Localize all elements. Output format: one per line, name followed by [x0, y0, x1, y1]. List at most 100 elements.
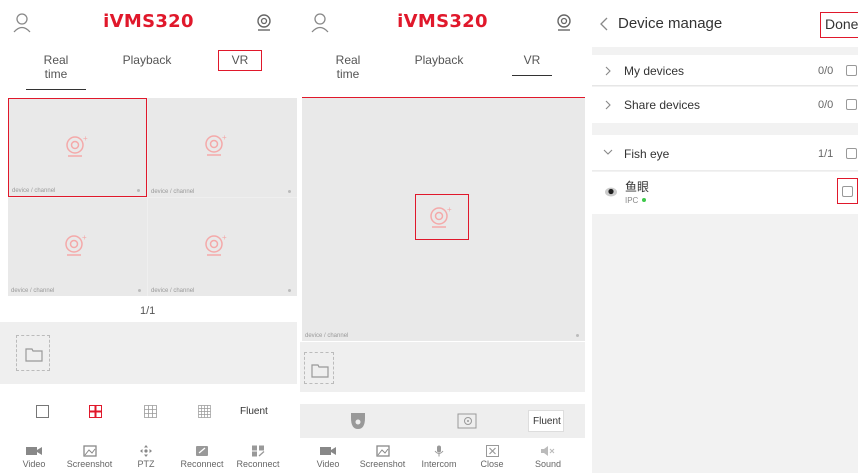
close-button[interactable]: Close — [472, 445, 512, 469]
top-bar: iVMS320 — [300, 0, 585, 46]
folder-icon — [25, 348, 43, 362]
group-checkbox[interactable] — [846, 148, 857, 159]
video-button[interactable]: Video — [14, 445, 54, 469]
back-icon[interactable] — [600, 17, 608, 31]
top-bar: iVMS320 — [0, 0, 297, 46]
video-cell-1[interactable]: + device / channel — [8, 98, 147, 197]
video-cell-3[interactable]: + device / channel — [8, 198, 147, 296]
status-dot — [576, 334, 579, 337]
ptz-icon — [140, 445, 152, 457]
video-grid: + device / channel + device / channel + … — [8, 98, 297, 296]
group-row-share-devices[interactable]: Share devices 0/0 — [592, 87, 858, 123]
camera-icon: + — [65, 233, 87, 256]
status-dot — [137, 189, 140, 192]
fisheye-ceiling-icon[interactable] — [350, 412, 366, 430]
layout-16-icon[interactable] — [198, 405, 211, 418]
cell-label: device / channel — [151, 288, 195, 294]
fluent-toggle[interactable]: Fluent — [240, 406, 268, 417]
tab-playback[interactable]: Playback — [122, 53, 172, 67]
svg-text:+: + — [447, 205, 452, 214]
vr-tab-highlight — [218, 50, 262, 71]
live-view-panel-single: iVMS320 Real time Playback VR + device /… — [300, 0, 585, 473]
close-icon — [485, 445, 499, 457]
device-checkbox[interactable] — [842, 186, 853, 197]
page-indicator: 1/1 — [140, 305, 156, 317]
app-title: iVMS320 — [103, 11, 194, 32]
svg-text:+: + — [222, 133, 227, 142]
video-button[interactable]: Video — [308, 445, 348, 469]
message-icon[interactable] — [254, 12, 274, 34]
screenshot-button[interactable]: Screenshot — [62, 445, 117, 469]
fisheye-camera-icon — [605, 187, 617, 197]
intercom-button[interactable]: Intercom — [416, 445, 462, 469]
layout-9-icon[interactable] — [144, 405, 157, 418]
message-icon[interactable] — [554, 12, 574, 34]
add-window-button[interactable] — [16, 335, 50, 371]
device-manage-title: Device manage — [618, 15, 723, 32]
group-checkbox[interactable] — [846, 99, 857, 110]
tab-bar: Real time Playback VR — [300, 46, 585, 81]
camera-icon[interactable]: + — [428, 205, 456, 229]
fluent-label: Fluent — [533, 416, 561, 427]
fisheye-wall-icon[interactable] — [457, 413, 477, 429]
layout-4-icon[interactable] — [89, 405, 102, 418]
svg-text:+: + — [83, 134, 88, 143]
panel-divider — [585, 0, 592, 473]
screenshot-icon — [82, 445, 97, 457]
status-dot — [288, 289, 291, 292]
cell-label: device / channel — [151, 189, 195, 195]
microphone-icon — [434, 445, 444, 457]
device-row-fisheye[interactable]: 鱼眼 IPC — [592, 172, 858, 214]
add-window-button[interactable] — [304, 352, 334, 384]
layout-bar: Fluent — [0, 395, 297, 429]
done-button[interactable]: Done — [825, 16, 858, 32]
device-type: IPC — [625, 196, 639, 205]
app-title: iVMS320 — [397, 11, 488, 32]
group-label: Share devices — [624, 98, 701, 112]
group-count: 0/0 — [818, 99, 834, 111]
ptz-button[interactable]: PTZ — [126, 445, 166, 469]
layout-1-icon[interactable] — [36, 405, 49, 418]
cell-label: device / channel — [11, 288, 55, 294]
bottom-toolbar: Video Screenshot Intercom Close Sound — [300, 440, 585, 473]
reconnect-icon — [196, 446, 208, 456]
group-checkbox[interactable] — [846, 65, 857, 76]
bottom-toolbar: Video Screenshot PTZ Reconnect Reconnect — [0, 440, 297, 473]
fluent-toggle[interactable]: Fluent — [528, 410, 564, 432]
reconnect-all-button[interactable]: Reconnect — [232, 445, 284, 469]
video-cell-2[interactable]: + device / channel — [148, 98, 297, 197]
group-row-my-devices[interactable]: My devices 0/0 — [592, 55, 858, 86]
reconnect-label: Reconnect — [180, 459, 224, 469]
tab-playback[interactable]: Playback — [414, 53, 464, 67]
chevron-down-icon — [603, 149, 613, 155]
tab-real-time[interactable]: Real time — [324, 53, 372, 81]
svg-text:+: + — [222, 233, 227, 242]
sound-muted-icon — [541, 446, 555, 456]
screenshot-button[interactable]: Screenshot — [355, 445, 410, 469]
vr-video-window[interactable]: + device / channel — [302, 97, 585, 341]
camera-icon: + — [66, 134, 88, 157]
status-dot — [138, 289, 141, 292]
chevron-right-icon — [605, 66, 611, 76]
tab-real-time[interactable]: Real time — [26, 53, 86, 90]
add-window-area — [0, 322, 297, 384]
device-manage-header: Device manage Done — [592, 0, 858, 47]
video-cell-4[interactable]: + device / channel — [148, 198, 297, 296]
chevron-right-icon — [605, 100, 611, 110]
reconnect-all-label: Reconnect — [236, 459, 280, 469]
video-icon — [26, 447, 42, 455]
online-status-dot — [642, 198, 646, 202]
screenshot-icon — [375, 445, 390, 457]
cell-label: device / channel — [305, 333, 349, 339]
sound-button[interactable]: Sound — [528, 445, 568, 469]
close-label: Close — [480, 459, 504, 469]
ptz-label: PTZ — [137, 459, 155, 469]
status-dot — [288, 190, 291, 193]
video-label: Video — [316, 459, 340, 469]
reconnect-all-icon — [252, 445, 265, 457]
camera-icon: + — [205, 233, 227, 256]
tab-vr[interactable]: VR — [512, 53, 552, 76]
group-row-fish-eye[interactable]: Fish eye 1/1 — [592, 135, 858, 171]
screenshot-label: Screenshot — [359, 459, 406, 469]
reconnect-button[interactable]: Reconnect — [176, 445, 228, 469]
